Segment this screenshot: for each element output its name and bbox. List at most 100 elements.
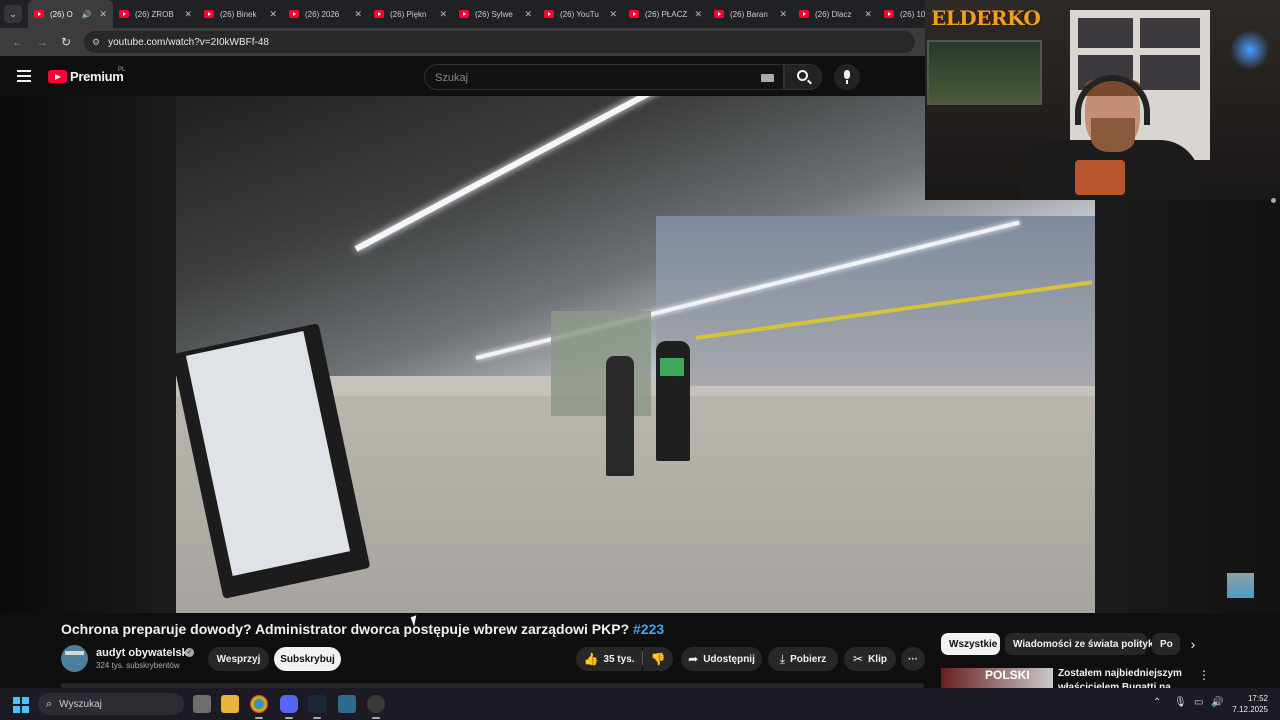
tab-label: (26) Sylwe [475,9,513,19]
time: 17:52 [1247,694,1268,703]
chip-all[interactable]: Wszystkie [941,633,1000,655]
tab-close-icon[interactable]: ✕ [269,9,277,20]
tab-audio-icon[interactable]: 🔊 [81,10,91,19]
tab-close-icon[interactable]: ✕ [694,9,702,20]
tab-close-icon[interactable]: ✕ [439,9,447,20]
tab-close-icon[interactable]: ✕ [354,9,362,20]
site-info-icon[interactable]: ⚙ [92,37,100,48]
tab-search-menu-button[interactable]: ⌄ [4,5,22,23]
browser-tab[interactable]: (26) Dlacz ✕ [793,0,878,28]
channel-watermark[interactable] [1227,573,1254,598]
volume-icon[interactable]: 🔊 [1211,697,1223,708]
browser-tab[interactable]: (26) ZROB ✕ [113,0,198,28]
recommendation-title[interactable]: Zostałem najbiedniejszym właścicielem Bu… [1058,667,1198,688]
browser-tab[interactable]: (26) 10✕ [878,0,925,28]
youtube-logo-icon[interactable] [48,70,67,83]
tab-label: (26) Binek [220,9,257,19]
youtube-favicon-icon [119,10,129,18]
tab-close-icon[interactable]: ✕ [184,9,192,20]
chevron-up-icon[interactable]: ⌃ [1153,697,1161,708]
like-button[interactable]: 👍 35 tys. [576,647,642,671]
obs-icon[interactable] [367,695,385,719]
support-button[interactable]: Wesprzyj [208,647,269,671]
reload-icon[interactable]: ↻ [56,35,76,49]
tab-label: (26) 10 [900,9,925,19]
hamburger-menu-icon[interactable] [17,70,31,82]
chip-partial[interactable]: Po [1152,633,1180,655]
chip-politics[interactable]: Wiadomości ze świata polityki [1005,633,1156,655]
search-button[interactable] [784,64,822,90]
windows-start-icon[interactable] [13,697,29,713]
tab-label: (26) YouTu [560,9,599,19]
browser-tab[interactable]: (26) Baran ✕ [708,0,793,28]
like-count: 35 tys. [603,653,635,665]
url-text[interactable]: youtube.com/watch?v=2I0kWBFf-48 [108,37,269,48]
browser-tab[interactable]: (26) Piękn ✕ [368,0,453,28]
clock[interactable]: 17:52 7.12.2025 [1232,693,1268,715]
steam-icon[interactable] [308,695,326,719]
tab-close-icon[interactable]: ✕ [609,9,617,20]
youtube-brand-text[interactable]: Premium [70,69,124,84]
forward-arrow-icon[interactable]: → [32,35,52,49]
browser-tab[interactable]: (26) 2026 ✕ [283,0,368,28]
search-input[interactable]: Szukaj [424,64,784,90]
channel-avatar[interactable] [61,645,88,672]
download-button[interactable]: ⤓ Pobierz [768,647,838,671]
aquarium [927,40,1042,105]
scrollbar[interactable] [1271,198,1276,203]
tab-close-icon[interactable]: ✕ [779,9,787,20]
back-arrow-icon[interactable]: ← [8,35,28,49]
youtube-favicon-icon [884,10,894,18]
taskbar-search[interactable]: ⌕ Wyszukaj [38,693,184,715]
blurred-face [551,311,651,416]
task-view-icon[interactable] [193,695,211,713]
more-actions-button[interactable]: ··· [901,647,925,671]
youtube-favicon-icon [459,10,469,18]
address-bar[interactable]: ⚙ youtube.com/watch?v=2I0kWBFf-48 [84,31,915,53]
discord-icon[interactable] [280,695,298,719]
channel-name[interactable]: audyt obywatelski [96,647,191,659]
browser-tab[interactable]: (26) Sylwe ✕ [453,0,538,28]
clip-label: Klip [868,653,887,665]
display-icon[interactable]: ▭ [1194,697,1203,708]
share-button[interactable]: ➦ Udostępnij [681,647,762,671]
hashtag-link[interactable]: #223 [633,621,664,637]
thumbs-down-icon: 👎 [650,652,666,666]
clip-button[interactable]: ✂ Klip [844,647,896,671]
date: 7.12.2025 [1232,705,1268,714]
search-icon: ⌕ [46,697,53,710]
browser-tab[interactable]: (26) O 🔊 ✕ [28,0,113,28]
verified-check-icon: ✓ [185,648,194,657]
youtube-header: Premium PL Szukaj [0,56,925,96]
recommendation-thumbnail[interactable]: POLSKI [941,668,1053,688]
taskbar-search-label: Wyszukaj [59,698,102,710]
search-icon [797,70,808,81]
person-figure [606,356,634,476]
more-vert-icon[interactable]: ⋮ [1198,668,1210,682]
tab-close-icon[interactable]: ✕ [99,9,107,20]
tab-label: (26) O [50,9,73,19]
tab-close-icon[interactable]: ✕ [864,9,872,20]
youtube-favicon-icon [629,10,639,18]
dislike-button[interactable]: 👎 [643,647,673,671]
browser-tab[interactable]: (26) YouTu ✕ [538,0,623,28]
browser-tab-strip: ⌄ (26) O 🔊 ✕ (26) ZROB ✕ (26) Binek ✕ (26) 2026… [0,0,925,28]
voice-search-button[interactable] [834,64,860,90]
keyboard-icon[interactable] [761,74,774,82]
tab-close-icon[interactable]: ✕ [524,9,532,20]
country-code: PL [118,67,126,73]
taskbar: ⌕ Wyszukaj ⌃ 🎙 ▭ 🔊 17:52 7.12.2025 [0,688,1280,720]
subscriber-count: 324 tys. subskrybentów [96,661,180,670]
app-icon[interactable] [338,695,356,713]
download-icon: ⤓ [779,651,786,666]
chrome-icon[interactable] [250,695,268,719]
browser-tab[interactable]: (26) PŁACZ ✕ [623,0,708,28]
file-explorer-icon[interactable] [221,695,239,713]
microphone-tray-icon[interactable]: 🎙 [1174,697,1187,708]
subscribe-button[interactable]: Subskrybuj [274,647,341,671]
youtube-favicon-icon [544,10,554,18]
browser-tab[interactable]: (26) Binek ✕ [198,0,283,28]
tab-label: (26) ZROB [135,9,174,19]
chevron-right-icon[interactable]: › [1184,636,1202,652]
youtube-favicon-icon [799,10,809,18]
